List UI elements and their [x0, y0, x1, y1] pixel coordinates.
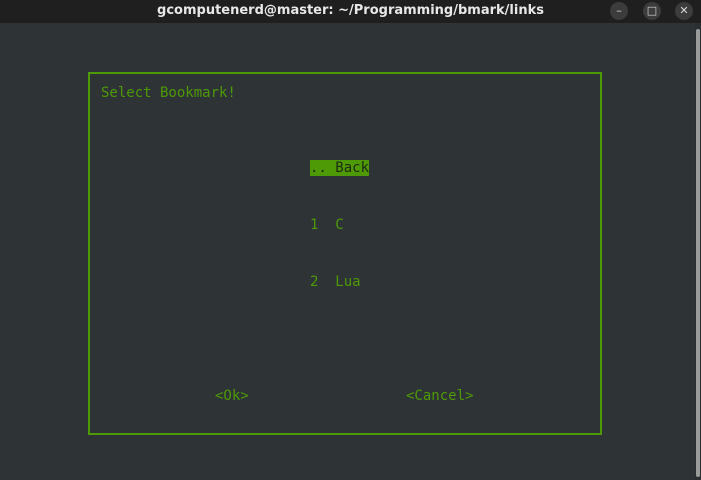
bookmark-menu: .. Back 1 C 2 Lua [310, 121, 370, 330]
window-title: gcomputenerd@master: ~/Programming/bmark… [157, 3, 544, 18]
title-bar[interactable]: gcomputenerd@master: ~/Programming/bmark… [0, 0, 701, 23]
menu-item-c[interactable]: 1 C [310, 216, 369, 235]
menu-item-back[interactable]: .. Back [310, 159, 370, 178]
maximize-icon[interactable]: □ [643, 2, 661, 20]
menu-item-tag: .. [310, 160, 327, 176]
minimize-icon[interactable]: – [610, 2, 628, 20]
scrollbar-thumb[interactable] [696, 29, 700, 477]
dialog-title: Select Bookmark! [101, 85, 236, 101]
menu-item-label: C [335, 217, 344, 233]
ok-button[interactable]: <Ok> [215, 387, 249, 406]
close-icon[interactable]: ✕ [675, 2, 693, 20]
cancel-button[interactable]: <Cancel> [406, 387, 473, 406]
menu-item-lua[interactable]: 2 Lua [310, 273, 369, 292]
scrollbar[interactable] [695, 23, 701, 480]
menu-item-label: Back [335, 160, 370, 176]
menu-item-label: Lua [335, 274, 361, 290]
terminal-window: gcomputenerd@master: ~/Programming/bmark… [0, 0, 701, 480]
